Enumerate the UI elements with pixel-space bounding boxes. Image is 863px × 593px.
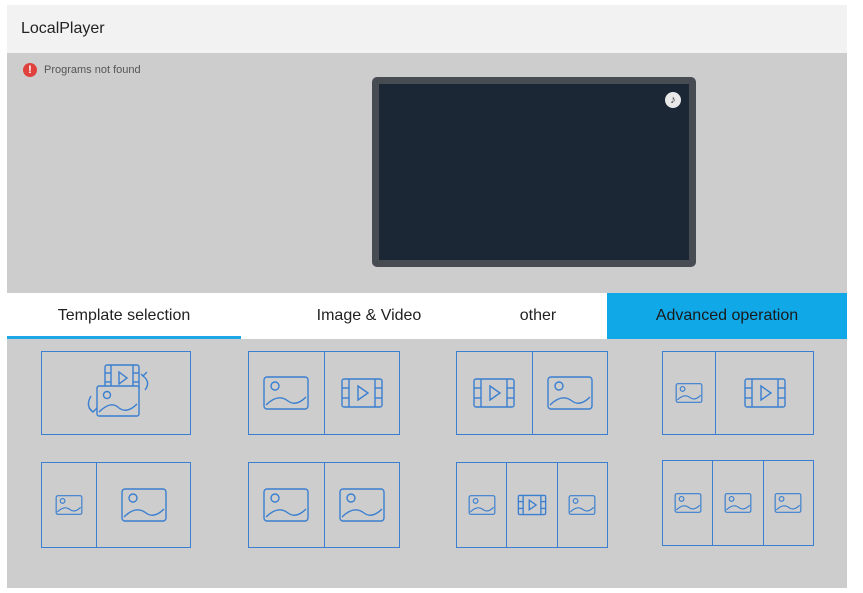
status-text: Programs not found: [44, 64, 141, 76]
image-cell: [663, 461, 714, 545]
image-cell: [764, 461, 813, 545]
video-icon: [517, 494, 547, 516]
template-three-images[interactable]: [662, 460, 814, 546]
image-icon: [724, 493, 752, 513]
image-cell: [713, 461, 764, 545]
image-cell: [249, 463, 325, 547]
video-cell: [716, 352, 813, 434]
preview-screen: ♪: [372, 77, 696, 267]
video-cell: [457, 352, 533, 434]
image-icon: [675, 383, 703, 403]
image-icon: [263, 376, 309, 410]
video-icon: [473, 378, 515, 408]
image-cell: [558, 463, 607, 547]
template-image-video[interactable]: [248, 351, 400, 435]
image-cell: [663, 352, 716, 434]
title-bar: LocalPlayer: [7, 5, 847, 53]
template-image-video-image[interactable]: [456, 462, 608, 548]
swap-media-icon: [87, 364, 149, 417]
image-cell: [457, 463, 508, 547]
image-icon: [568, 495, 596, 515]
template-small-image-video[interactable]: [662, 351, 814, 435]
tab-image-video[interactable]: Image & Video: [241, 293, 497, 339]
image-icon: [774, 493, 802, 513]
app-window: LocalPlayer ! Programs not found ♪ Templ…: [7, 5, 847, 588]
video-icon: [743, 378, 786, 408]
image-icon: [674, 493, 702, 513]
app-title: LocalPlayer: [21, 20, 105, 37]
image-cell: [533, 352, 608, 434]
status-message: ! Programs not found: [23, 63, 141, 77]
tab-advanced-operation[interactable]: Advanced operation: [607, 293, 847, 339]
image-icon: [263, 488, 309, 522]
image-icon: [55, 495, 83, 515]
tab-bar: Template selection Image & Video other A…: [7, 293, 847, 339]
image-icon: [547, 376, 593, 410]
video-cell: [325, 352, 400, 434]
tab-template-selection[interactable]: Template selection: [7, 293, 241, 339]
error-icon: !: [23, 63, 37, 77]
music-note-icon[interactable]: ♪: [665, 92, 681, 108]
template-small-image-image[interactable]: [41, 462, 191, 548]
video-icon: [341, 378, 383, 408]
template-cell: [42, 352, 190, 434]
template-video-image[interactable]: [456, 351, 608, 435]
image-icon: [120, 488, 167, 522]
tab-other[interactable]: other: [482, 293, 594, 339]
template-image-image[interactable]: [248, 462, 400, 548]
image-cell: [325, 463, 400, 547]
image-cell: [42, 463, 97, 547]
image-icon: [468, 495, 496, 515]
image-icon: [339, 488, 385, 522]
image-cell: [97, 463, 190, 547]
video-cell: [507, 463, 558, 547]
template-rotate-image-video[interactable]: [41, 351, 191, 435]
image-cell: [249, 352, 325, 434]
